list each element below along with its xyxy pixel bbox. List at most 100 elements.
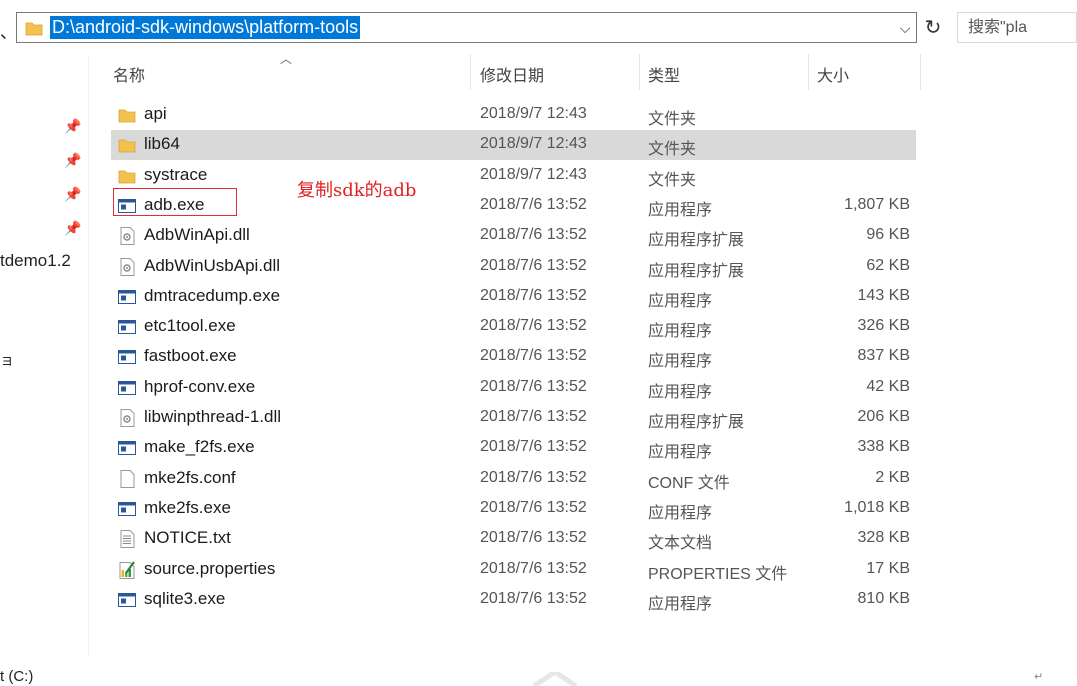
folder-icon [117, 135, 137, 155]
file-row[interactable]: mke2fs.exe 2018/7/6 13:52 应用程序 1,018 KB [111, 494, 916, 524]
file-date: 2018/7/6 13:52 [480, 195, 587, 213]
file-name: libwinpthread-1.dll [144, 407, 282, 426]
file-type: 应用程序 [648, 353, 713, 371]
file-date: 2018/7/6 13:52 [480, 226, 587, 244]
exe-file-icon [117, 317, 137, 337]
file-name: api [144, 104, 167, 123]
file-size: 2 KB [875, 468, 910, 486]
exe-file-icon [117, 347, 137, 367]
column-divider[interactable] [470, 54, 471, 90]
dll-file-icon [117, 408, 137, 428]
file-date: 2018/7/6 13:52 [480, 408, 587, 425]
file-size: 206 KB [857, 408, 910, 425]
exe-file-icon [117, 499, 137, 519]
file-size: 17 KB [866, 559, 910, 577]
file-name: systrace [144, 164, 208, 184]
file-type: 应用程序 [648, 595, 713, 613]
column-divider[interactable] [639, 54, 640, 90]
file-size: 42 KB [866, 377, 910, 395]
file-type: 应用程序扩展 [648, 414, 745, 431]
file-row[interactable]: libwinpthread-1.dll 2018/7/6 13:52 应用程序扩展 2… [111, 403, 916, 433]
file-name: mke2fs.exe [144, 497, 231, 517]
file-size: 1,807 KB [844, 195, 910, 213]
txt-file-icon [117, 529, 137, 549]
file-row[interactable]: api 2018/9/7 12:43 文件夹 [111, 100, 916, 130]
file-row[interactable]: hprof-conv.exe 2018/7/6 13:52 应用程序 42 KB [111, 373, 916, 403]
nav-fragment: 、 [0, 23, 17, 42]
file-name: sqlite3.exe [144, 588, 226, 608]
file-row[interactable]: NOTICE.txt 2018/7/6 13:52 文本文档 328 KB [111, 524, 916, 554]
file-date: 2018/7/6 13:52 [480, 286, 587, 304]
file-row[interactable]: fastboot.exe 2018/7/6 13:52 应用程序 837 KB [111, 342, 916, 372]
file-type: 文件夹 [648, 171, 697, 189]
file-row[interactable]: AdbWinUsbApi.dll 2018/7/6 13:52 应用程序扩展 62 K… [111, 252, 916, 282]
file-row[interactable]: etc1tool.exe 2018/7/6 13:52 应用程序 326 KB [111, 312, 916, 342]
file-name: AdbWinUsbApi.dll [144, 255, 281, 275]
file-type: 应用程序 [648, 504, 713, 522]
file-date: 2018/7/6 13:52 [480, 498, 587, 516]
file-type: 文件夹 [648, 111, 697, 128]
column-header-size[interactable]: 大小 [817, 62, 849, 86]
file-name: NOTICE.txt [144, 528, 231, 548]
address-bar[interactable]: D:\android-sdk-windows\platform-tools ⌵ [16, 12, 917, 43]
file-size: 328 KB [857, 529, 910, 547]
refresh-icon[interactable]: ↻ [920, 15, 946, 41]
exe-file-icon [117, 287, 137, 307]
file-date: 2018/7/6 13:52 [480, 589, 587, 607]
file-row[interactable]: lib64 2018/9/7 12:43 文件夹 [111, 130, 916, 161]
file-row[interactable]: AdbWinApi.dll 2018/7/6 13:52 应用程序扩展 96 KB [111, 221, 916, 251]
search-input[interactable]: 搜索"pla [957, 12, 1077, 43]
file-size: 338 KB [857, 438, 910, 456]
file-row[interactable]: make_f2fs.exe 2018/7/6 13:52 应用程序 338 KB [111, 433, 916, 463]
column-divider[interactable] [920, 54, 921, 90]
nav-item-drive-c[interactable]: t (C:) [0, 668, 33, 685]
file-row[interactable]: sqlite3.exe 2018/7/6 13:52 应用程序 810 KB [111, 585, 916, 615]
file-row[interactable]: dmtracedump.exe 2018/7/6 13:52 应用程序 143 KB [111, 282, 916, 312]
column-header-name[interactable]: 名称 [113, 62, 145, 86]
file-size: 810 KB [857, 589, 910, 607]
file-date: 2018/9/7 12:43 [480, 135, 587, 153]
pane-divider[interactable] [88, 55, 89, 655]
nav-item-fragment[interactable]: tdemo1.2 [0, 251, 71, 271]
file-date: 2018/7/6 13:52 [480, 438, 587, 456]
file-name: dmtracedump.exe [144, 285, 281, 305]
file-row[interactable]: source.properties 2018/7/6 13:52 PROPERTIE… [111, 555, 916, 585]
file-type: 文件夹 [648, 141, 697, 159]
folder-icon [117, 105, 137, 125]
file-name: AdbWinApi.dll [144, 225, 250, 245]
file-type: 应用程序 [648, 323, 713, 341]
annotation-highlight-box [113, 188, 237, 216]
address-path[interactable]: D:\android-sdk-windows\platform-tools [50, 16, 361, 39]
file-type: 应用程序 [648, 292, 713, 310]
exe-file-icon [117, 438, 137, 458]
chevron-down-icon[interactable]: ⌵ [896, 18, 914, 38]
file-type: 应用程序 [648, 201, 713, 219]
file-date: 2018/7/6 13:52 [480, 468, 587, 486]
file-size: 96 KB [866, 226, 910, 244]
file-type: 应用程序 [648, 383, 713, 401]
file-row[interactable]: mke2fs.conf 2018/7/6 13:52 CONF 文件 2 KB [111, 464, 916, 494]
pin-icon[interactable]: 📌 [64, 220, 81, 236]
exe-file-icon [117, 378, 137, 398]
pin-icon[interactable]: 📌 [64, 186, 81, 202]
file-type: 应用程序 [648, 444, 713, 462]
file-file-icon [117, 469, 137, 489]
file-row[interactable]: systrace 2018/9/7 12:43 文件夹 [111, 161, 916, 191]
file-type: 应用程序扩展 [648, 232, 745, 250]
exe-file-icon [117, 590, 137, 610]
column-divider[interactable] [808, 54, 809, 90]
pin-icon[interactable]: 📌 [64, 152, 81, 168]
file-name: source.properties [144, 558, 276, 578]
properties-file-icon [117, 560, 137, 580]
annotation-label: 复制sdk的adb [297, 180, 417, 201]
column-header-date[interactable]: 修改日期 [480, 62, 544, 86]
column-header-type[interactable]: 类型 [648, 62, 680, 86]
pin-icon[interactable]: 📌 [64, 118, 81, 134]
file-date: 2018/9/7 12:43 [480, 165, 587, 183]
file-size: 837 KB [857, 347, 910, 365]
folder-icon [117, 166, 137, 186]
file-size: 1,018 KB [844, 498, 910, 516]
file-name: fastboot.exe [144, 346, 237, 366]
watermark-logo [532, 672, 578, 686]
nav-item-fragment[interactable]: ョ [0, 350, 14, 370]
